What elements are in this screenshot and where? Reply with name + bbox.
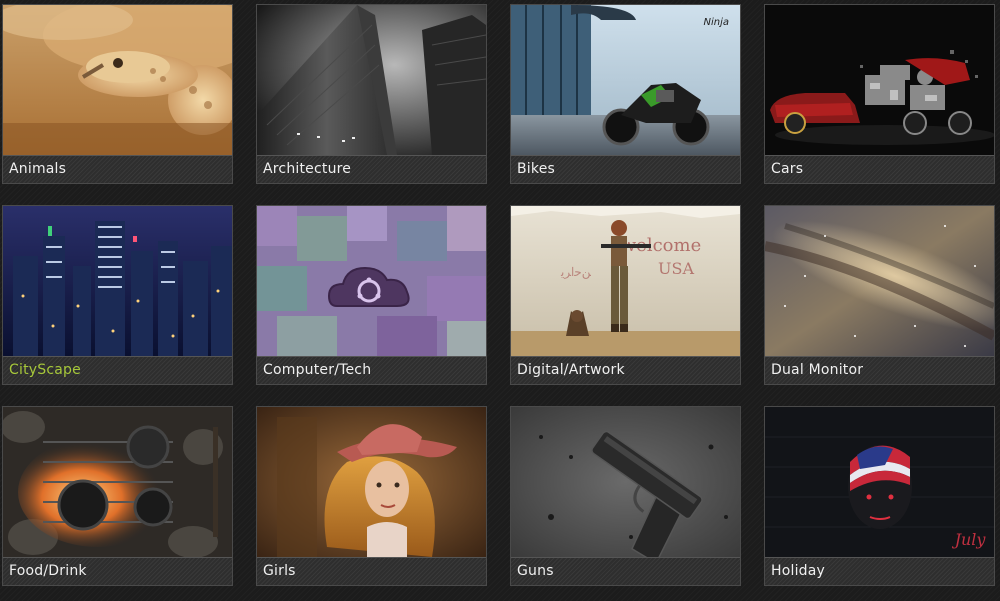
category-label-dual-monitor[interactable]: Dual Monitor <box>765 356 994 384</box>
category-label-guns[interactable]: Guns <box>511 557 740 585</box>
category-label-holiday[interactable]: Holiday <box>765 557 994 585</box>
thumbnail-holiday[interactable]: July <box>765 407 994 557</box>
category-label-cityscape[interactable]: CityScape <box>3 356 232 384</box>
category-tile-guns[interactable]: Guns <box>510 406 741 586</box>
category-tile-food-drink[interactable]: Food/Drink <box>2 406 233 586</box>
category-label-animals[interactable]: Animals <box>3 155 232 183</box>
thumbnail-cars[interactable] <box>765 5 994 155</box>
svg-text:July: July <box>952 530 987 549</box>
category-label-girls[interactable]: Girls <box>257 557 486 585</box>
thumbnail-guns[interactable] <box>511 407 740 557</box>
thumbnail-bikes[interactable]: Ninja <box>511 5 740 155</box>
svg-text:USA: USA <box>658 259 694 278</box>
category-label-bikes[interactable]: Bikes <box>511 155 740 183</box>
thumbnail-digital-artwork[interactable]: welcome USA ﻦﺣﺍﺮﻳ <box>511 206 740 356</box>
category-grid: Animals Architecture Ninja Bikes Cars Ci… <box>2 4 998 586</box>
category-label-computer-tech[interactable]: Computer/Tech <box>257 356 486 384</box>
category-tile-animals[interactable]: Animals <box>2 4 233 184</box>
category-tile-digital-artwork[interactable]: welcome USA ﻦﺣﺍﺮﻳ Digital/Artwork <box>510 205 741 385</box>
thumbnail-architecture[interactable] <box>257 5 486 155</box>
category-label-cars[interactable]: Cars <box>765 155 994 183</box>
category-label-digital-artwork[interactable]: Digital/Artwork <box>511 356 740 384</box>
thumbnail-computer-tech[interactable] <box>257 206 486 356</box>
thumbnail-girls[interactable] <box>257 407 486 557</box>
category-tile-computer-tech[interactable]: Computer/Tech <box>256 205 487 385</box>
thumbnail-dual-monitor[interactable] <box>765 206 994 356</box>
category-tile-cars[interactable]: Cars <box>764 4 995 184</box>
category-label-architecture[interactable]: Architecture <box>257 155 486 183</box>
svg-text:Ninja: Ninja <box>703 17 729 28</box>
thumbnail-food-drink[interactable] <box>3 407 232 557</box>
category-tile-cityscape[interactable]: CityScape <box>2 205 233 385</box>
category-label-food-drink[interactable]: Food/Drink <box>3 557 232 585</box>
category-tile-girls[interactable]: Girls <box>256 406 487 586</box>
thumbnail-cityscape[interactable] <box>3 206 232 356</box>
category-tile-architecture[interactable]: Architecture <box>256 4 487 184</box>
category-tile-holiday[interactable]: July Holiday <box>764 406 995 586</box>
category-tile-dual-monitor[interactable]: Dual Monitor <box>764 205 995 385</box>
thumbnail-animals[interactable] <box>3 5 232 155</box>
category-tile-bikes[interactable]: Ninja Bikes <box>510 4 741 184</box>
svg-text:ﻦﺣﺍﺮﻳ: ﻦﺣﺍﺮﻳ <box>560 265 592 279</box>
